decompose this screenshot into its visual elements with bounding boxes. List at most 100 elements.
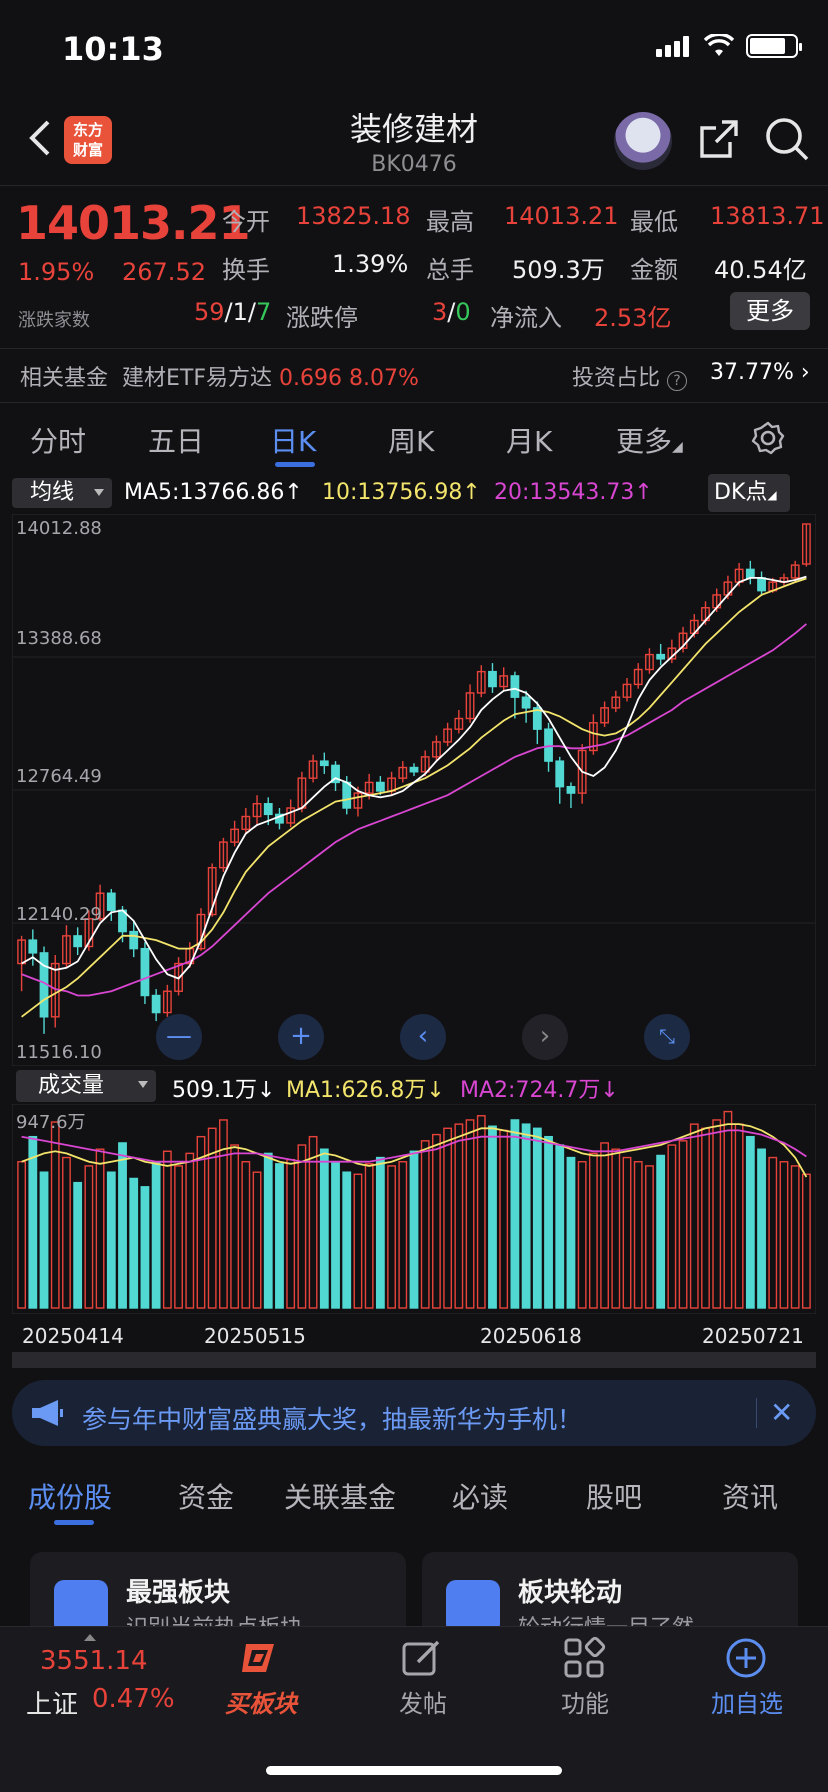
volume-bar <box>50 1121 60 1309</box>
candle-body <box>140 947 150 997</box>
banner-divider <box>756 1398 757 1428</box>
tab-monthly-k[interactable]: 月K <box>506 420 552 460</box>
chart-scrollbar[interactable] <box>12 1352 816 1368</box>
change-value: 267.52 <box>122 258 206 286</box>
volume-bar <box>566 1156 576 1309</box>
functions-tab[interactable]: 功能 <box>530 1684 640 1719</box>
post-tab[interactable]: 发帖 <box>368 1684 478 1719</box>
scroll-right-button[interactable]: › <box>522 1014 568 1060</box>
volume-bar <box>645 1165 654 1309</box>
volume-bar <box>409 1150 419 1309</box>
tab-related-funds[interactable]: 关联基金 <box>284 1476 396 1516</box>
ma5-value: MA5:13766.86↑ <box>124 480 303 505</box>
volume-bar <box>84 1165 94 1309</box>
volume-bar <box>600 1142 609 1309</box>
volume-indicator-select[interactable]: 成交量 <box>16 1070 156 1102</box>
volume-value: 509.3万 <box>512 256 605 284</box>
volume-bar <box>510 1119 520 1309</box>
ma10-value: 10:13756.98↑ <box>322 480 481 505</box>
volume-bar <box>17 1161 27 1309</box>
tab-funds-flow[interactable]: 资金 <box>178 1476 234 1516</box>
volume-chart[interactable] <box>12 1104 816 1314</box>
amount-value: 40.54亿 <box>714 256 807 284</box>
candle-body <box>342 781 352 809</box>
volume-bar <box>140 1186 150 1309</box>
tab-weekly-k[interactable]: 周K <box>388 420 434 460</box>
share-icon[interactable] <box>698 118 740 160</box>
volume-bar <box>364 1163 374 1309</box>
tab-more[interactable]: 更多◢ <box>616 420 683 460</box>
candle-body <box>375 781 385 792</box>
active-tab-indicator <box>54 1520 94 1525</box>
dk-point-button[interactable]: DK点◢ <box>708 474 790 512</box>
fullscreen-button[interactable]: ⤡ <box>644 1014 690 1060</box>
volume-label: 总手 <box>426 256 474 284</box>
investment-ratio[interactable]: 37.77% › <box>710 360 810 385</box>
open-value: 13825.18 <box>296 202 411 230</box>
limit-count: 3/0 <box>432 298 471 326</box>
kline-chart[interactable] <box>12 514 816 1066</box>
price-tick: 11516.10 <box>16 1042 102 1063</box>
tab-daily-k[interactable]: 日K <box>270 420 316 460</box>
turnover-value: 1.39% <box>332 250 409 278</box>
more-button[interactable]: 更多 <box>730 292 810 330</box>
tab-constituents[interactable]: 成份股 <box>28 1476 112 1516</box>
volume-bar <box>622 1156 632 1309</box>
candle-body <box>566 785 576 794</box>
volume-bar <box>353 1173 363 1309</box>
gear-icon[interactable] <box>750 420 786 456</box>
grid-icon[interactable] <box>562 1636 606 1680</box>
edit-icon[interactable] <box>400 1636 444 1680</box>
home-indicator <box>266 1766 562 1775</box>
volume-bar <box>95 1148 105 1309</box>
tab-five-day[interactable]: 五日 <box>148 420 204 460</box>
expand-up-icon[interactable] <box>84 1634 96 1641</box>
turnover-label: 换手 <box>222 256 270 284</box>
zoom-in-button[interactable]: + <box>278 1014 324 1060</box>
volume-bar <box>230 1144 240 1309</box>
volume-bar <box>28 1135 38 1309</box>
indicator-select[interactable]: 均线 <box>12 478 112 508</box>
ma20-value: 20:13543.73↑ <box>494 480 653 505</box>
volume-bar <box>465 1119 475 1309</box>
updown-count: 59/1/7 <box>194 298 272 326</box>
add-watchlist-tab[interactable]: 加自选 <box>692 1684 802 1719</box>
buy-sector-tab[interactable]: 买板块 <box>206 1684 316 1719</box>
active-tab-indicator <box>275 462 315 467</box>
index-percent[interactable]: 0.47% <box>92 1684 175 1714</box>
volume-bar <box>196 1135 206 1309</box>
volume-bar <box>286 1158 296 1309</box>
volume-bar <box>544 1135 553 1309</box>
volume-ma1: MA1:626.8万↓ <box>286 1078 445 1103</box>
volume-bar <box>801 1173 811 1309</box>
volume-bar <box>420 1140 430 1309</box>
volume-max-tick: 947.6万 <box>16 1112 86 1133</box>
volume-bar <box>656 1154 666 1309</box>
index-name[interactable]: 上证 <box>26 1684 78 1721</box>
tab-intraday[interactable]: 分时 <box>30 420 86 460</box>
scroll-left-button[interactable]: ‹ <box>400 1014 446 1060</box>
close-icon[interactable]: ✕ <box>770 1396 793 1429</box>
price-tick: 12140.29 <box>16 904 102 925</box>
candle-body <box>510 675 520 698</box>
related-fund[interactable]: 相关基金 建材ETF易方达 0.696 8.07% <box>20 360 419 392</box>
index-price[interactable]: 3551.14 <box>40 1646 148 1676</box>
volume-bar <box>151 1161 161 1309</box>
candle-body <box>106 892 116 911</box>
candle-body <box>488 670 497 688</box>
volume-bar <box>297 1144 307 1309</box>
buy-sector-icon[interactable] <box>238 1636 282 1680</box>
inflow-label: 净流入 <box>490 304 562 332</box>
volume-bar <box>611 1148 621 1309</box>
search-icon[interactable] <box>764 116 810 162</box>
robot-avatar-icon[interactable] <box>614 112 672 170</box>
inflow-value: 2.53亿 <box>594 304 672 332</box>
add-circle-icon[interactable] <box>724 1636 768 1680</box>
tab-news[interactable]: 资讯 <box>722 1476 778 1516</box>
volume-bar <box>185 1152 195 1309</box>
tab-forum[interactable]: 股吧 <box>586 1476 642 1516</box>
zoom-out-button[interactable]: — <box>156 1014 202 1060</box>
card-title: 板块轮动 <box>518 1578 623 1608</box>
tab-must-read[interactable]: 必读 <box>452 1476 508 1516</box>
candle-body <box>28 939 38 954</box>
